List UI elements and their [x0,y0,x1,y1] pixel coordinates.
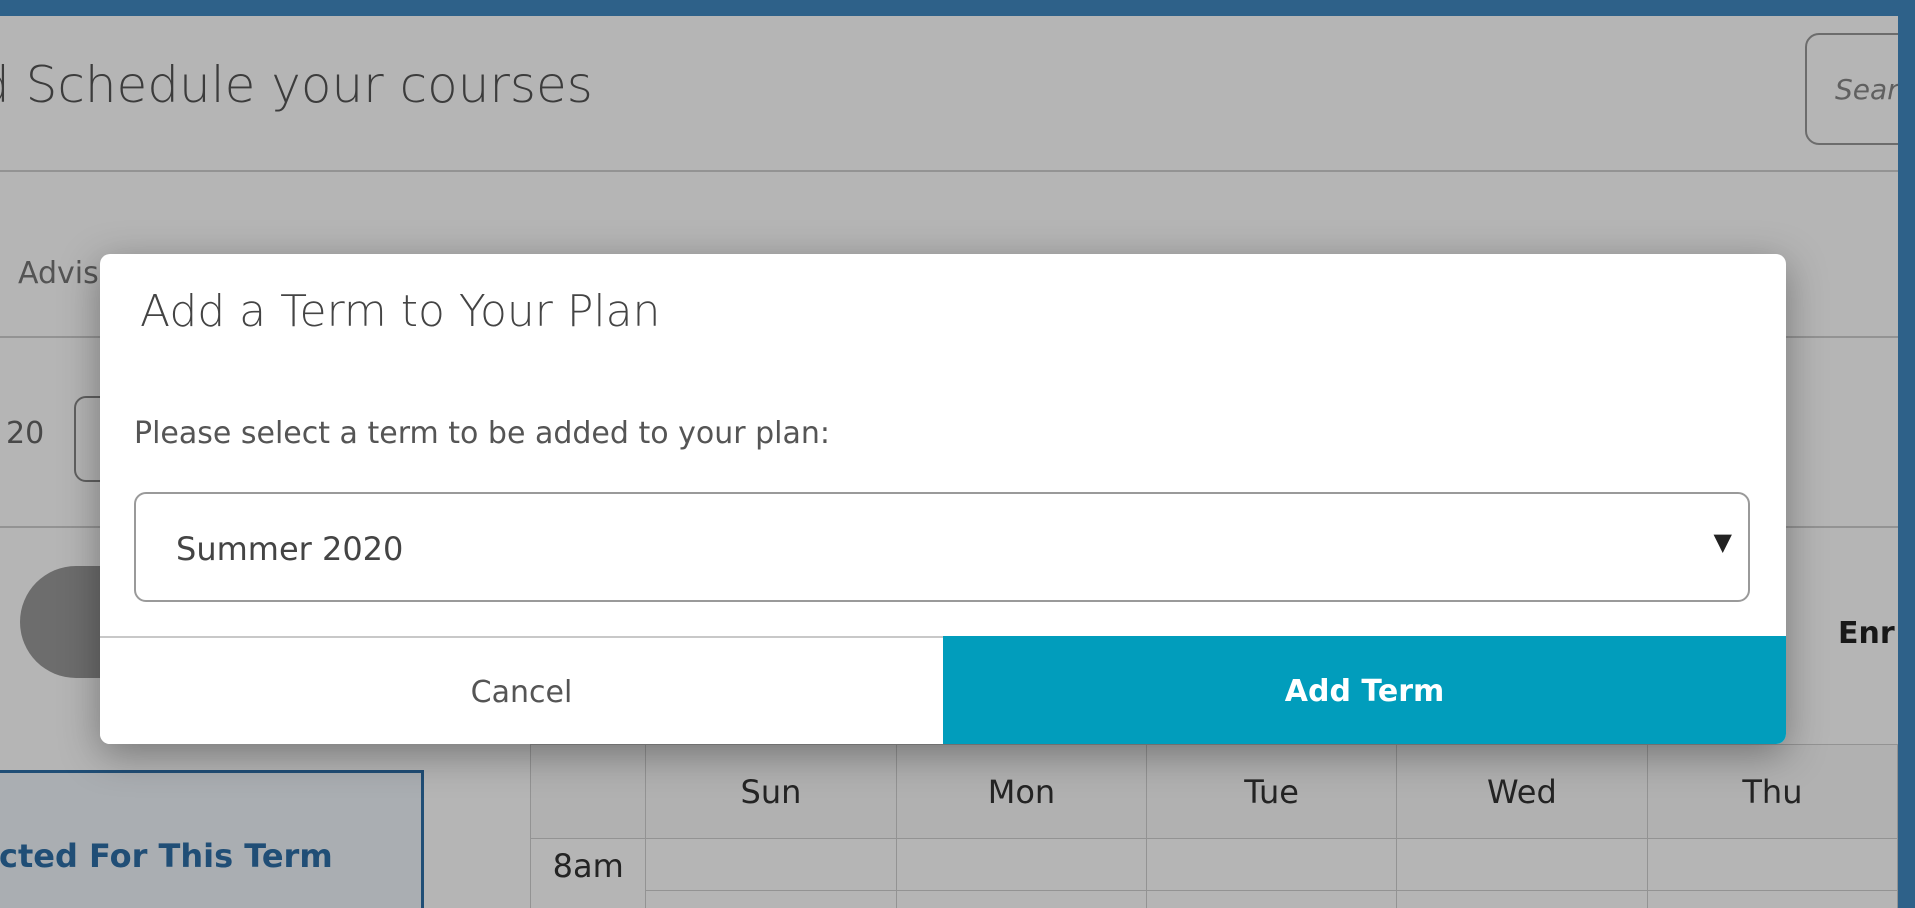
dialog-prompt: Please select a term to be added to your… [134,416,830,451]
add-term-button[interactable]: Add Term [943,636,1786,744]
term-dropdown-value: Summer 2020 [176,530,404,568]
add-term-dialog: Add a Term to Your Plan Please select a … [100,254,1786,744]
term-dropdown[interactable]: Summer 2020 ▼ [134,492,1750,602]
dialog-footer: Cancel Add Term [100,636,1786,744]
cancel-button[interactable]: Cancel [100,638,943,744]
dialog-title: Add a Term to Your Plan [140,286,661,337]
chevron-down-icon: ▼ [1713,528,1732,556]
